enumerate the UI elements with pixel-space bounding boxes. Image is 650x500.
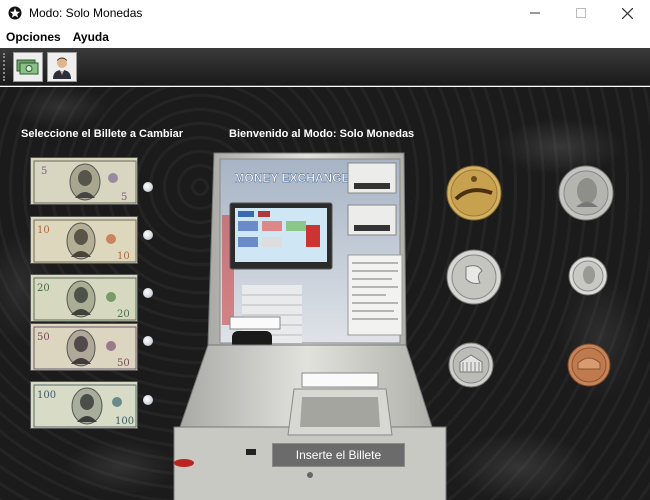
bill-20-image: 20 20 [31, 275, 137, 321]
window-title: Modo: Solo Monedas [29, 6, 143, 20]
insert-bill-button[interactable]: Inserte el Billete [272, 443, 405, 467]
toolbar-user-button[interactable] [47, 51, 77, 82]
bill-5-radio[interactable] [143, 182, 153, 192]
bill-100-denomination: 100 [37, 390, 56, 401]
minimize-icon [530, 12, 540, 14]
app-icon [8, 6, 22, 20]
bill-100-radio[interactable] [143, 395, 153, 405]
coin-nickel[interactable] [448, 342, 494, 388]
bill-50-denomination: 50 [37, 332, 50, 343]
bill-5-denomination: 5 [41, 166, 47, 177]
close-button[interactable] [604, 0, 650, 26]
svg-text:20: 20 [117, 309, 130, 320]
bill-100[interactable]: 100 100 [30, 381, 138, 429]
bills-heading: Seleccione el Billete a Cambiar [21, 128, 184, 140]
bill-50-radio[interactable] [143, 336, 153, 346]
bill-10-radio[interactable] [143, 230, 153, 240]
bill-10[interactable]: 10 10 [30, 216, 138, 264]
main-panel: Seleccione el Billete a Cambiar Bienveni… [0, 87, 650, 500]
svg-text:100: 100 [115, 416, 134, 427]
svg-text:10: 10 [117, 251, 130, 262]
bill-10-denomination: 10 [37, 225, 50, 236]
bill-20-denomination: 20 [37, 283, 50, 294]
toolbar [0, 48, 650, 86]
menu-opciones[interactable]: Opciones [0, 30, 67, 44]
menu-bar: Opciones Ayuda [0, 26, 650, 48]
toolbar-money-button[interactable] [13, 51, 43, 82]
coin-penny[interactable] [567, 343, 611, 387]
maximize-icon [576, 8, 586, 18]
bill-5-image: 5 5 [31, 158, 137, 204]
coin-dime[interactable] [568, 256, 608, 296]
maximize-button[interactable] [558, 0, 604, 26]
machine-sign: MONEY EXCHANGE [234, 171, 349, 185]
minimize-button[interactable] [512, 0, 558, 26]
bill-20[interactable]: 20 20 [30, 274, 138, 322]
bill-50[interactable]: 50 50 [30, 323, 138, 371]
toolbar-grip[interactable] [3, 52, 9, 81]
svg-text:50: 50 [117, 358, 130, 369]
bill-20-radio[interactable] [143, 288, 153, 298]
menu-ayuda[interactable]: Ayuda [67, 30, 115, 44]
coin-dollar-gold[interactable] [446, 165, 502, 221]
close-icon [621, 7, 633, 19]
coin-quarter[interactable] [446, 249, 502, 305]
bill-50-image: 50 50 [31, 324, 137, 370]
bill-5[interactable]: 5 5 [30, 157, 138, 205]
bill-100-image: 100 100 [31, 382, 137, 428]
svg-text:5: 5 [121, 192, 127, 203]
user-icon [53, 57, 71, 79]
title-bar: Modo: Solo Monedas [0, 0, 650, 26]
coin-dollar-silver[interactable] [558, 165, 614, 221]
money-icon [16, 59, 39, 74]
bill-10-image: 10 10 [31, 217, 137, 263]
welcome-heading: Bienvenido al Modo: Solo Monedas [229, 128, 415, 140]
